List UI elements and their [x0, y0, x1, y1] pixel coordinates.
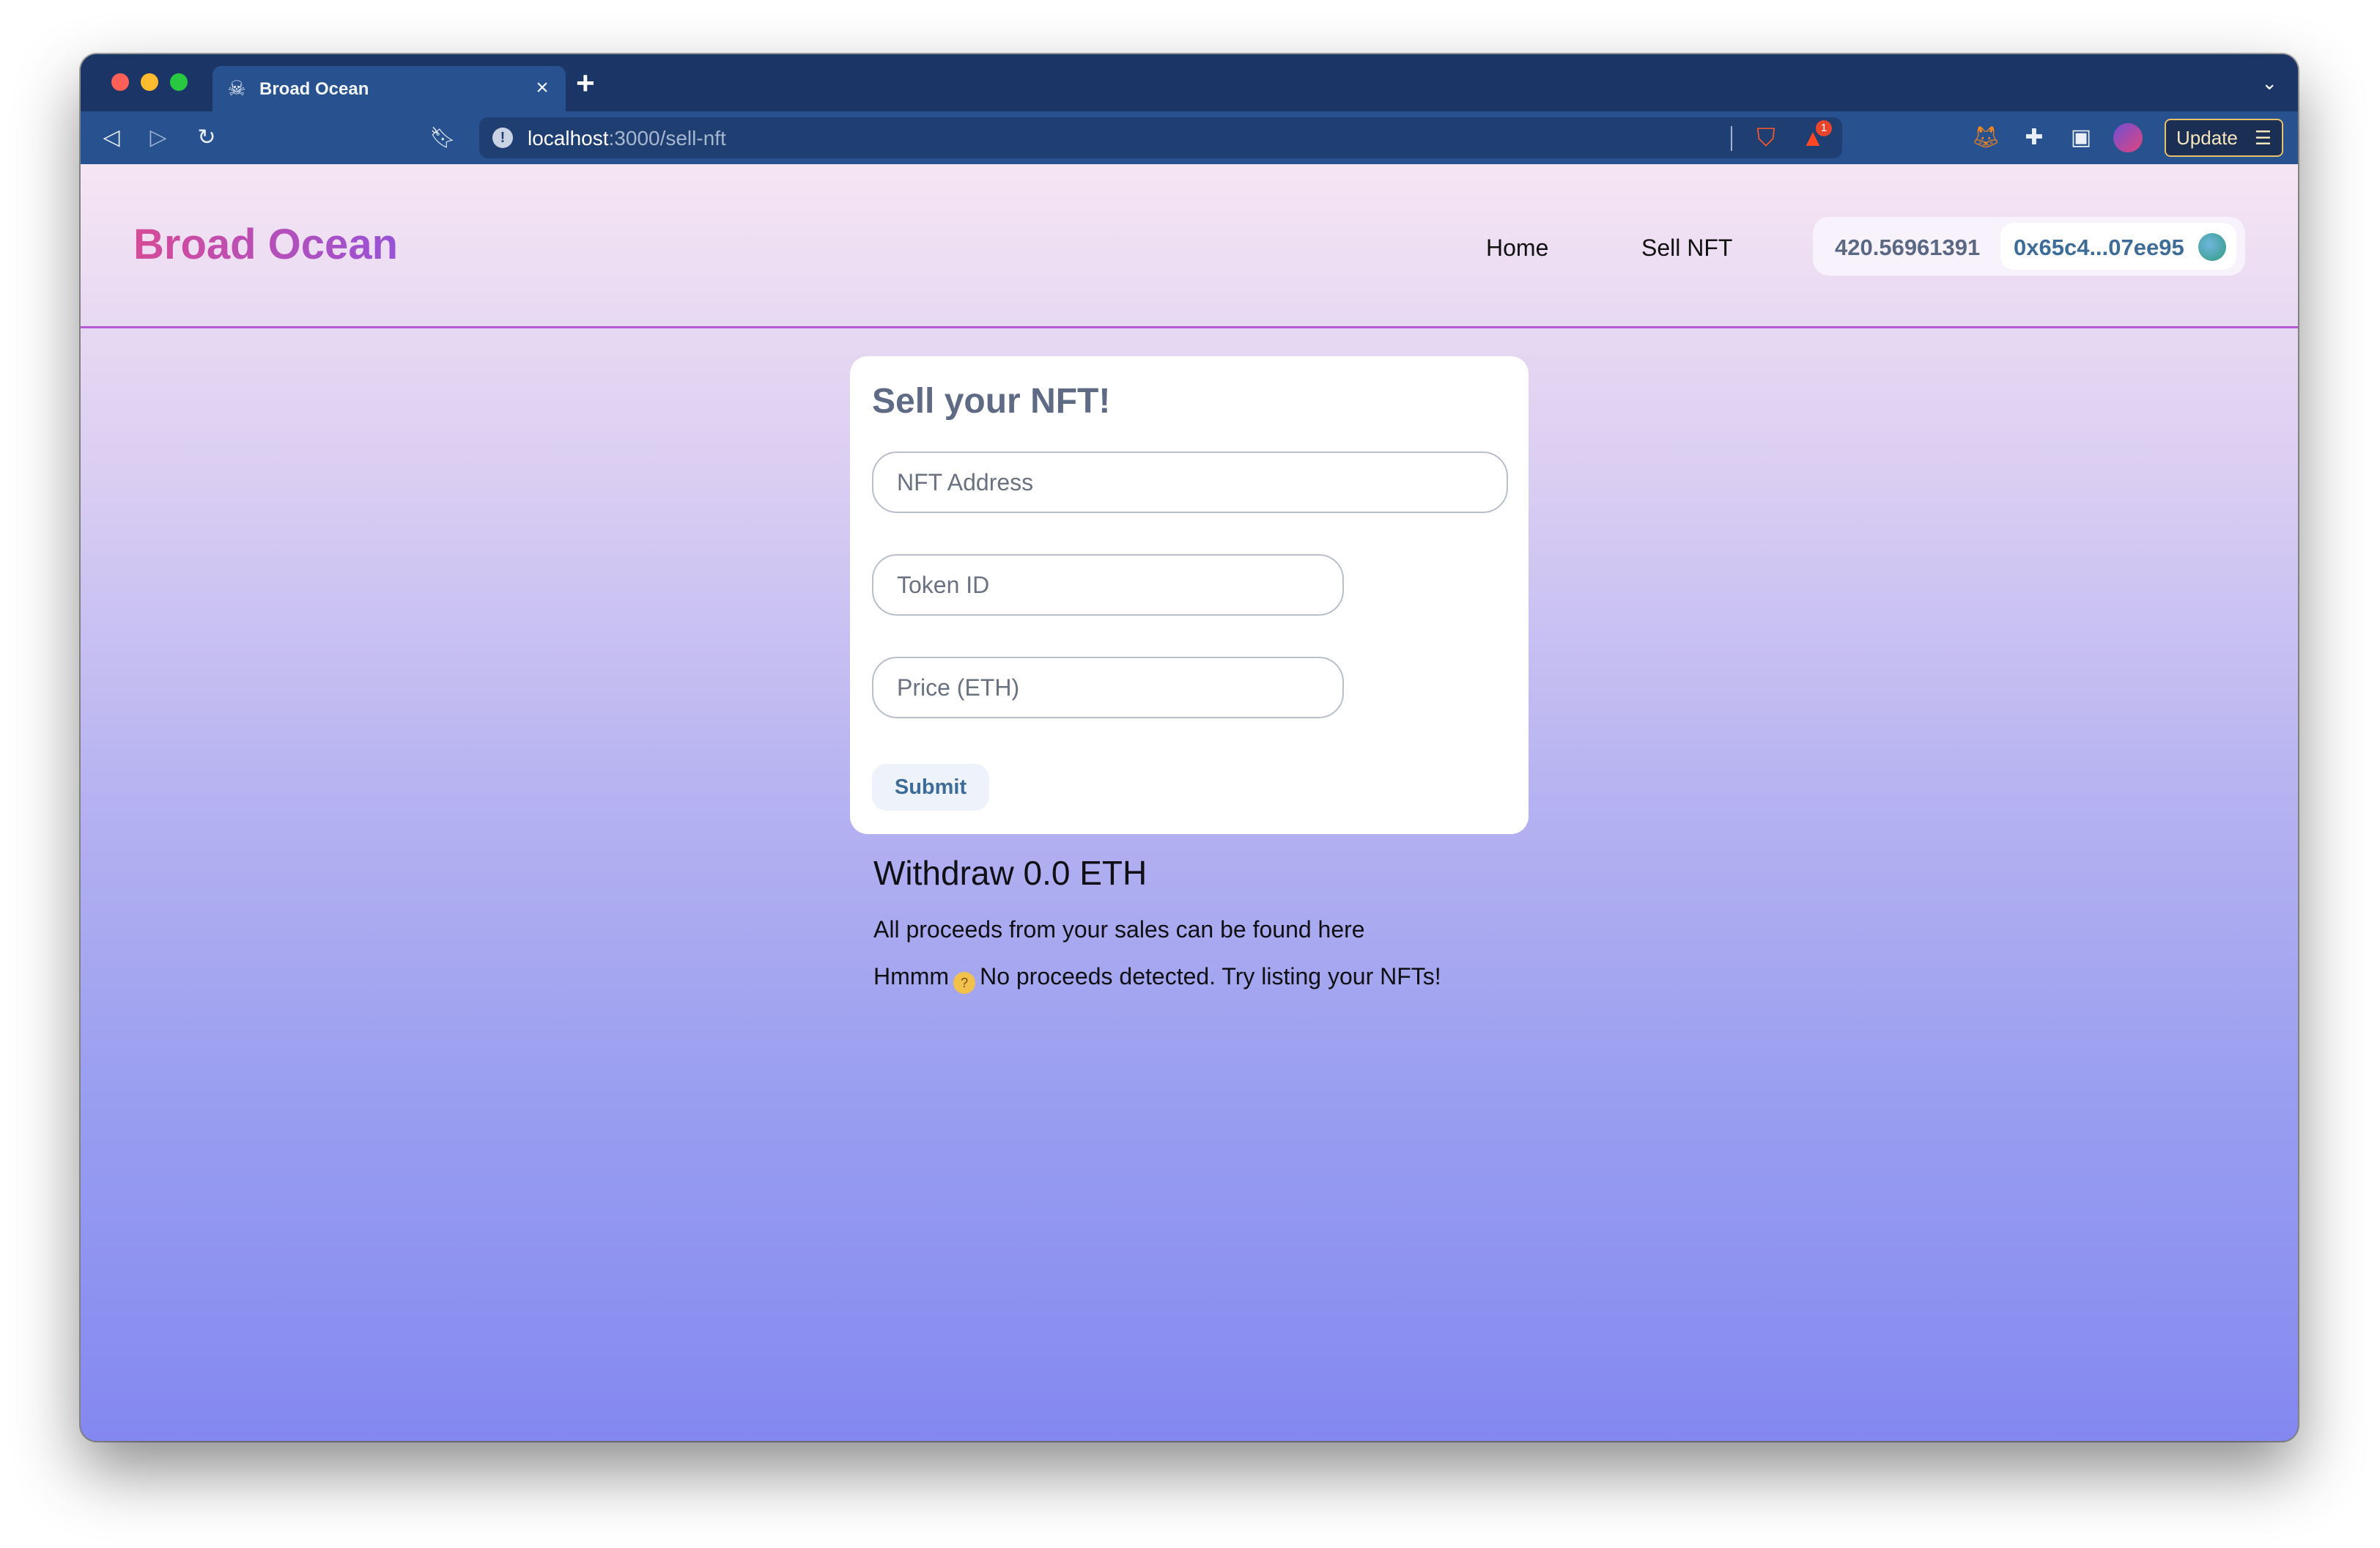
token-id-input[interactable]	[872, 554, 1344, 616]
profile-avatar[interactable]	[2113, 123, 2143, 152]
new-tab-button[interactable]: +	[576, 67, 595, 100]
back-button[interactable]: ◁	[95, 122, 128, 154]
skull-crossbones-icon: ☠	[227, 77, 246, 100]
form-title: Sell your NFT!	[872, 382, 1111, 421]
nft-address-input[interactable]	[872, 452, 1508, 513]
nav-home-link[interactable]: Home	[1486, 235, 1548, 262]
minimize-window-button[interactable]	[141, 73, 158, 91]
menu-icon: ☰	[2254, 127, 2272, 149]
wallet-balance: 420.56961391	[1835, 235, 1981, 260]
rewards-badge: 1	[1816, 120, 1832, 136]
address-bar[interactable]: ! localhost:3000/sell-nft ⛉ ▲ 1	[479, 117, 1842, 158]
info-icon[interactable]: !	[492, 128, 513, 148]
close-tab-icon[interactable]: ×	[529, 75, 555, 101]
wallet-connect-button[interactable]: 420.56961391 0x65c4...07ee95	[1813, 217, 2245, 276]
brand-logo[interactable]: Broad Ocean	[133, 220, 398, 269]
wallet-address-box[interactable]: 0x65c4...07ee95	[2000, 223, 2236, 270]
wallet-address: 0x65c4...07ee95	[2014, 235, 2184, 260]
maximize-window-button[interactable]	[170, 73, 188, 91]
chevron-down-icon[interactable]: ⌄	[2261, 72, 2277, 95]
submit-button[interactable]: Submit	[872, 764, 989, 811]
update-button[interactable]: Update ☰	[2165, 119, 2283, 157]
url-divider	[1731, 126, 1732, 151]
bookmark-icon[interactable]: 🔖︎	[426, 122, 459, 154]
nav-sell-nft-link[interactable]: Sell NFT	[1641, 235, 1732, 262]
extensions-puzzle-icon[interactable]: ✚	[2018, 122, 2050, 154]
forward-button[interactable]: ▷	[142, 122, 174, 154]
withdraw-subtitle: All proceeds from your sales can be foun…	[873, 916, 1365, 943]
tab-bar: ☠ Broad Ocean × + ⌄	[81, 54, 2298, 111]
update-label: Update	[2176, 127, 2238, 149]
wallet-icon[interactable]: ▣	[2065, 122, 2097, 154]
close-window-button[interactable]	[111, 73, 129, 91]
tab-title: Broad Ocean	[259, 79, 369, 99]
url-path: :3000/sell-nft	[608, 127, 726, 150]
site-header: Broad Ocean Home Sell NFT 420.56961391 0…	[81, 164, 2298, 328]
url-host: localhost	[528, 127, 609, 150]
empty-prefix: Hmmm	[873, 963, 950, 989]
page-content: Broad Ocean Home Sell NFT 420.56961391 0…	[81, 164, 2298, 1441]
browser-window: ☠ Broad Ocean × + ⌄ ◁ ▷ ↻ 🔖︎ ! localhost…	[81, 54, 2298, 1441]
metamask-fox-icon[interactable]: 🦊︎	[1970, 122, 2002, 154]
tab-broad-ocean[interactable]: ☠ Broad Ocean ×	[212, 66, 566, 111]
withdraw-title: Withdraw 0.0 ETH	[873, 854, 1148, 892]
brave-shield-icon[interactable]: ⛉	[1751, 123, 1781, 152]
empty-text: No proceeds detected. Try listing your N…	[980, 963, 1441, 989]
wallet-avatar-icon	[2198, 233, 2226, 261]
url-text: localhost:3000/sell-nft	[528, 127, 726, 150]
price-input[interactable]	[872, 657, 1344, 718]
reload-button[interactable]: ↻	[191, 122, 223, 154]
sell-nft-form: Sell your NFT! Submit	[850, 356, 1529, 834]
thinking-face-icon: ?	[953, 972, 976, 994]
no-proceeds-message: Hmmm? No proceeds detected. Try listing y…	[873, 963, 1441, 994]
browser-toolbar: ◁ ▷ ↻ 🔖︎ ! localhost:3000/sell-nft ⛉ ▲ 1…	[81, 111, 2298, 164]
